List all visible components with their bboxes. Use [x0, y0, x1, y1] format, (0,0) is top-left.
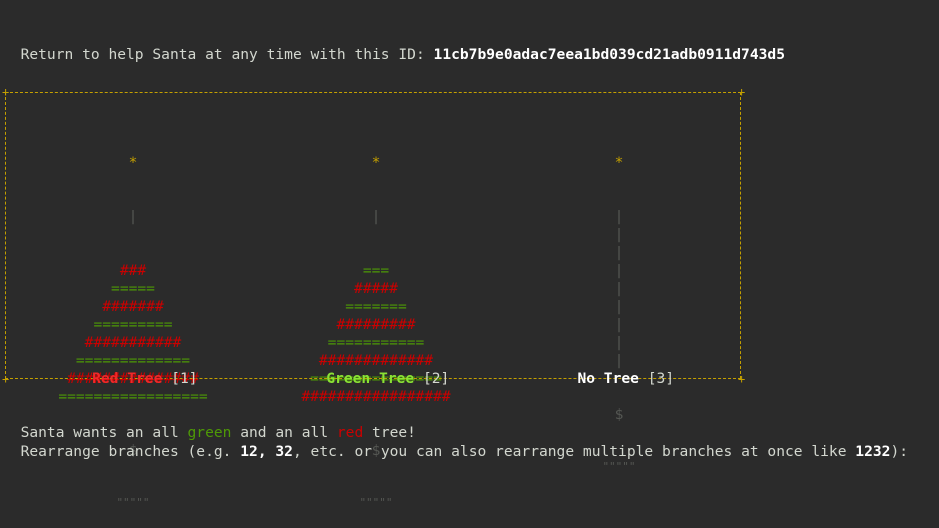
tree-trunk: | — [614, 208, 624, 225]
example-12: 12 — [240, 443, 258, 460]
tree-label-green: Green Tree [2] — [269, 352, 489, 388]
tree-roots: """"" — [116, 496, 150, 509]
tree-green: * | === ##### ======= ######### =========== #… — [266, 118, 486, 528]
box-corner-bl: + — [2, 372, 10, 386]
tree-trunk: | — [614, 226, 624, 243]
star-icon: * — [128, 154, 138, 171]
tree-branch: ################# — [301, 388, 451, 405]
tree-branch: ======= — [345, 298, 407, 315]
tree-label-none: No Tree [3] — [507, 352, 727, 388]
tree-trunk-column: | | | | | | | | | — [509, 208, 729, 370]
tree-branch: ####### — [102, 298, 164, 315]
session-id-line: Return to help Santa at any time with th… — [3, 28, 785, 64]
tree-base: $ — [614, 406, 624, 423]
example-32: 32 — [275, 443, 293, 460]
tree-branch: ########### — [84, 334, 182, 351]
tree-branch: ######### — [336, 316, 416, 333]
session-prompt: Return to help Santa at any time with th… — [20, 46, 434, 63]
tree-trunk: | — [614, 298, 624, 315]
tree-index-red: [1] — [171, 370, 198, 387]
tree-trunk: | — [614, 334, 624, 351]
tree-label-red: Red Tree [1] — [26, 352, 246, 388]
tree-name-red: Red Tree — [92, 370, 163, 387]
instruction-prompt[interactable]: Rearrange branches (e.g. 12, 32, etc. or… — [3, 425, 908, 461]
star-icon: * — [371, 154, 381, 171]
tree-red: * | ### ===== ####### ========= ########### =… — [23, 118, 243, 528]
instruction-suffix: ): — [890, 443, 909, 460]
instruction-mid: , etc. or you can also rearrange multipl… — [292, 443, 856, 460]
tree-trunk: | — [371, 208, 381, 225]
tree-branch: === — [362, 262, 390, 279]
tree-index-green: [2] — [422, 370, 450, 387]
example-1232: 1232 — [855, 443, 891, 460]
session-id[interactable]: 11cb7b9e0adac7eea1bd039cd21adb0911d743d5 — [434, 46, 785, 63]
tree-branch: ##### — [354, 280, 398, 297]
tree-roots: """"" — [602, 460, 636, 473]
tree-trunk: | — [128, 208, 138, 225]
tree-name-none: No Tree — [577, 370, 639, 387]
tree-branch: ===== — [111, 280, 155, 297]
tree-trunk: | — [614, 280, 624, 297]
tree-trunk: | — [614, 316, 624, 333]
box-corner-tr: + — [738, 85, 746, 99]
tree-branch: =========== — [327, 334, 425, 351]
tree-trunk: | — [614, 244, 624, 261]
box-corner-br: + — [738, 372, 746, 386]
tree-roots: """"" — [359, 496, 393, 509]
tree-branch: ========= — [93, 316, 173, 333]
example-sep: , — [257, 443, 276, 460]
tree-branch: ### — [119, 262, 147, 279]
star-icon: * — [614, 154, 624, 171]
instruction-prefix: Rearrange branches (e.g. — [20, 443, 241, 460]
tree-index-none: [3] — [647, 370, 675, 387]
tree-branch: ================= — [58, 388, 208, 405]
tree-name-green: Green Tree — [326, 370, 415, 387]
tree-trunk: | — [614, 262, 624, 279]
box-corner-tl: + — [2, 85, 10, 99]
